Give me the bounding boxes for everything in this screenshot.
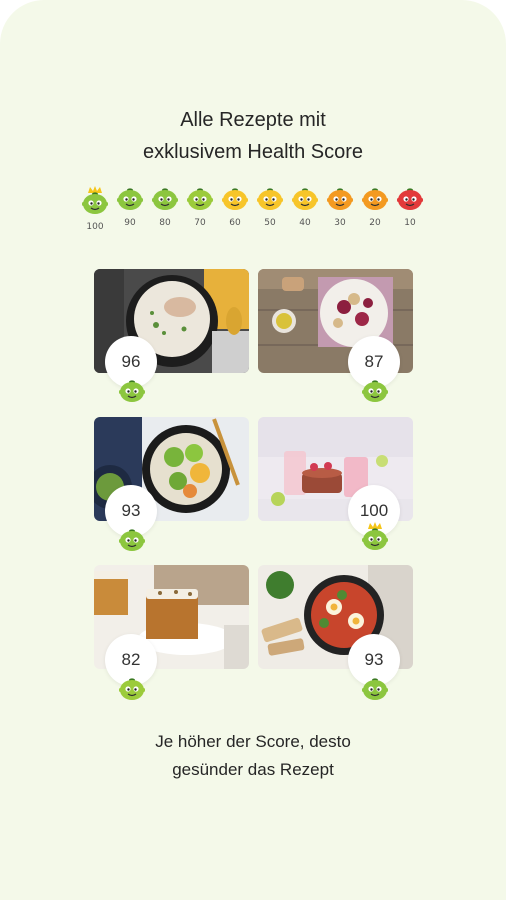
screen-background: Alle Rezepte mit exklusivem Health Score… (0, 0, 506, 900)
apple-mascot-icon (148, 186, 182, 212)
apple-mascot-icon (117, 378, 147, 409)
scale-item: 50 (253, 186, 287, 242)
headline-line-1: Alle Rezepte mit (180, 109, 326, 131)
scale-label: 90 (124, 218, 136, 228)
scale-label: 70 (194, 218, 206, 228)
scale-item: 90 (113, 186, 147, 242)
apple-mascot-icon (218, 186, 252, 212)
apple-mascot-crown-icon (360, 522, 390, 557)
scale-item: 20 (358, 186, 392, 242)
footer-line-1: Je höher der Score, desto (155, 732, 351, 751)
scale-label: 30 (334, 218, 346, 228)
apple-mascot-icon (358, 186, 392, 212)
scale-label: 50 (264, 218, 276, 228)
apple-mascot-icon (117, 676, 147, 707)
health-score-scale: 100 90 80 70 60 50 40 30 20 10 (78, 186, 428, 242)
scale-item: 30 (323, 186, 357, 242)
scale-label: 40 (299, 218, 311, 228)
footer-text: Je höher der Score, desto gesünder das R… (0, 728, 506, 784)
apple-mascot-icon (117, 527, 147, 558)
apple-mascot-icon (323, 186, 357, 212)
scale-label: 100 (86, 222, 104, 232)
scale-label: 60 (229, 218, 241, 228)
footer-line-2: gesünder das Rezept (172, 760, 334, 779)
scale-label: 10 (404, 218, 416, 228)
apple-mascot-icon (113, 186, 147, 212)
scale-item: 80 (148, 186, 182, 242)
apple-mascot-icon (393, 186, 427, 212)
headline-line-2: exklusivem Health Score (142, 141, 364, 163)
headline: Alle Rezepte mit exklusivem Health Score (0, 104, 506, 168)
apple-mascot-icon (253, 186, 287, 212)
scale-item: 70 (183, 186, 217, 242)
scale-item: 60 (218, 186, 252, 242)
scale-item: 10 (393, 186, 427, 242)
scale-label: 80 (159, 218, 171, 228)
apple-mascot-icon (288, 186, 322, 212)
scale-item: 40 (288, 186, 322, 242)
apple-mascot-icon (183, 186, 217, 212)
scale-item: 100 (78, 186, 112, 242)
scale-label: 20 (369, 218, 381, 228)
apple-mascot-icon (78, 186, 112, 216)
apple-mascot-icon (360, 378, 390, 409)
apple-mascot-icon (360, 676, 390, 707)
